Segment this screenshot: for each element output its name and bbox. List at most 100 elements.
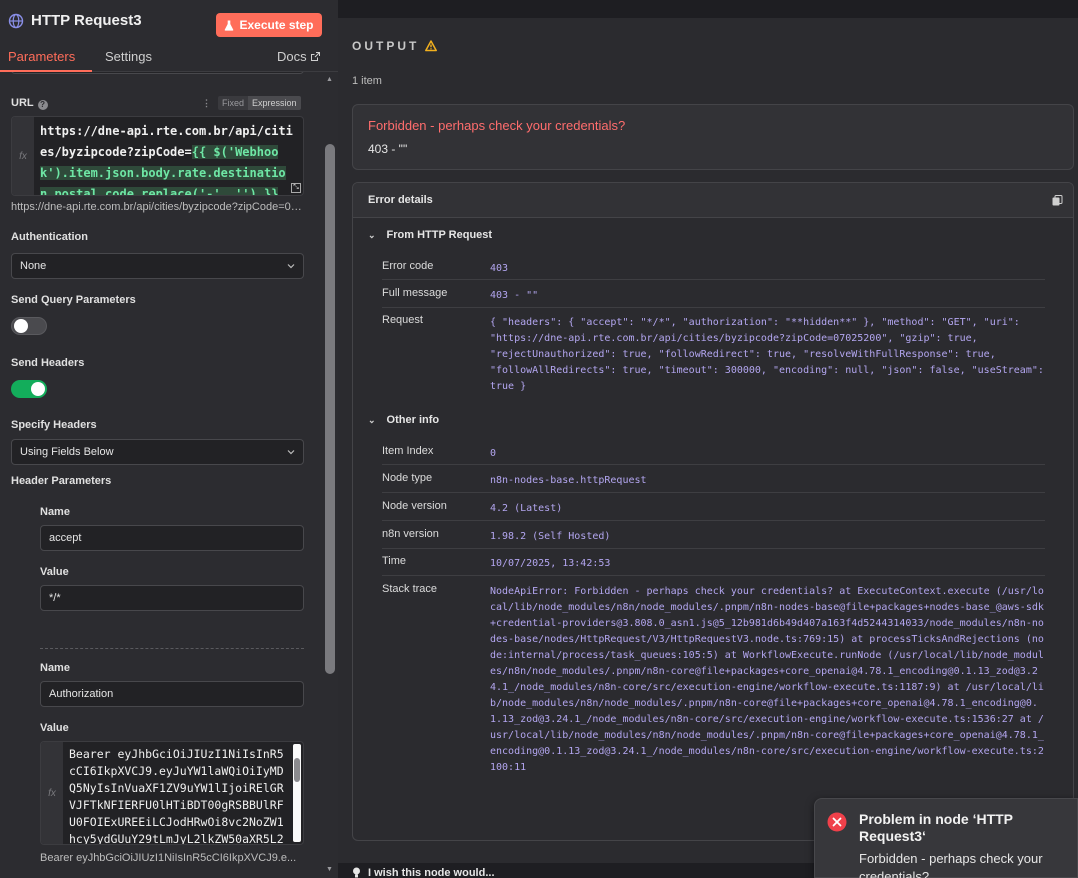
node-version-value: 4.2 (Latest): [490, 503, 563, 514]
send-headers-label: Send Headers: [11, 357, 85, 369]
execute-step-label: Execute step: [239, 18, 314, 32]
copy-icon[interactable]: [1052, 195, 1063, 206]
request-value: { "headers": { "accept": "*/*", "authori…: [490, 317, 1044, 392]
specify-headers-label: Specify Headers: [11, 419, 97, 431]
toast-message: Forbidden - perhaps check your credentia…: [859, 851, 1043, 878]
n8n-version-row: n8n version 1.98.2 (Self Hosted): [382, 528, 1045, 549]
stack-trace-key: Stack trace: [382, 583, 438, 595]
header-value-label: Value: [40, 722, 69, 734]
node-version-row: Node version 4.2 (Latest): [382, 500, 1045, 521]
question-icon[interactable]: ?: [37, 99, 48, 110]
header-name-label: Name: [40, 506, 70, 518]
tab-parameters[interactable]: Parameters: [8, 49, 75, 64]
error-code-row: Error code 403: [382, 260, 1045, 280]
stack-trace-row: Stack trace NodeApiError: Forbidden - pe…: [382, 583, 1045, 823]
item-index-row: Item Index 0: [382, 445, 1045, 465]
error-circle-icon: [827, 812, 847, 832]
authentication-select[interactable]: None: [11, 253, 304, 279]
node-parameters-panel: HTTP Request3 Execute step Parameters Se…: [0, 0, 338, 878]
send-headers-toggle[interactable]: [11, 380, 47, 398]
editor-scrollbar[interactable]: [293, 744, 301, 842]
url-label-row: URL?: [11, 97, 48, 110]
url-result-preview: https://dne-api.rte.com.br/api/cities/by…: [11, 201, 304, 213]
flask-icon: [225, 20, 234, 31]
n8n-version-value: 1.98.2 (Self Hosted): [490, 531, 611, 542]
output-header: OUTPUT: [352, 39, 438, 53]
header-parameters-label: Header Parameters: [11, 475, 112, 487]
external-link-icon: [310, 52, 320, 61]
items-count: 1 item: [352, 75, 382, 87]
other-info-section[interactable]: ⌄ Other info: [368, 414, 439, 426]
toast-title: Problem in node ‘HTTP Request3‘: [859, 811, 1013, 844]
time-value: 10/07/2025, 13:42:53: [490, 558, 611, 569]
full-message-key: Full message: [382, 287, 448, 299]
node-version-key: Node version: [382, 500, 447, 512]
error-toast[interactable]: Problem in node ‘HTTP Request3‘ Forbidde…: [814, 798, 1078, 878]
node-type-row: Node type n8n-nodes-base.httpRequest: [382, 472, 1045, 493]
node-title[interactable]: HTTP Request3: [31, 12, 142, 29]
error-code-key: Error code: [382, 260, 434, 272]
send-query-toggle[interactable]: [11, 317, 47, 335]
time-key: Time: [382, 555, 407, 567]
header-value-label: Value: [40, 566, 69, 578]
scroll-up-arrow[interactable]: ▲: [326, 76, 333, 83]
mode-fixed-button[interactable]: Fixed: [218, 96, 249, 110]
node-type-value: n8n-nodes-base.httpRequest: [490, 475, 647, 486]
other-info-label: Other info: [386, 414, 440, 426]
fixed-expression-toggle: ⋮ Fixed Expression: [202, 96, 301, 110]
tab-settings[interactable]: Settings: [105, 49, 152, 64]
app-root: HTTP Request3 Execute step Parameters Se…: [0, 0, 1078, 878]
lightbulb-icon: [353, 867, 360, 878]
url-expression-editor[interactable]: fx https://dne-api.rte.com.br/api/cities…: [11, 116, 304, 196]
url-label: URL: [11, 97, 34, 109]
globe-icon: [8, 13, 24, 28]
caret-down-icon: ⌄: [368, 414, 376, 425]
header-name-input[interactable]: accept: [40, 525, 304, 551]
full-message-row: Full message 403 - "": [382, 287, 1045, 308]
node-type-key: Node type: [382, 472, 433, 484]
toggle-knob: [31, 382, 45, 396]
full-message-value: 403 - "": [490, 290, 539, 301]
from-http-request-section[interactable]: ⌄ From HTTP Request: [368, 229, 492, 241]
editor-scroll-thumb[interactable]: [294, 758, 300, 782]
authentication-value: None: [20, 260, 47, 272]
request-key: Request: [382, 314, 423, 326]
execute-step-button[interactable]: Execute step: [216, 13, 322, 37]
more-options-icon[interactable]: ⋮: [202, 98, 211, 109]
error-title: Forbidden - perhaps check your credentia…: [368, 118, 626, 133]
mode-expression-button[interactable]: Expression: [248, 96, 301, 110]
previous-field-edge: [11, 72, 304, 74]
output-top-bar: [338, 0, 1078, 18]
parameters-scroll-thumb[interactable]: [325, 144, 335, 674]
fx-icon: fx: [41, 742, 63, 844]
scroll-down-arrow[interactable]: ▼: [326, 866, 333, 873]
url-expression-text[interactable]: https://dne-api.rte.com.br/api/cities/by…: [40, 121, 300, 195]
header-name-input[interactable]: Authorization: [40, 681, 304, 707]
authorization-value-editor[interactable]: fx Bearer eyJhbGciOiJIUzI1NiIsInR5cCI6Ik…: [40, 741, 304, 845]
request-row: Request { "headers": { "accept": "*/*", …: [382, 314, 1045, 394]
toggle-knob: [14, 319, 28, 333]
parameters-scroll-area[interactable]: URL? ⋮ Fixed Expression fx https://dne-a…: [0, 72, 322, 878]
specify-headers-value: Using Fields Below: [20, 446, 114, 458]
stack-trace-value: NodeApiError: Forbidden - perhaps check …: [490, 586, 1044, 773]
docs-link[interactable]: Docs: [277, 49, 320, 64]
feedback-label: I wish this node would...: [368, 867, 495, 878]
authorization-value-text[interactable]: Bearer eyJhbGciOiJIUzI1NiIsInR5cCI6IkpXV…: [69, 746, 287, 844]
n8n-version-key: n8n version: [382, 528, 439, 540]
output-panel: OUTPUT 1 item Forbidden - perhaps check …: [338, 0, 1078, 878]
expand-editor-icon[interactable]: ⤡: [291, 183, 301, 193]
header-value-input[interactable]: */*: [40, 585, 304, 611]
specify-headers-select[interactable]: Using Fields Below: [11, 439, 304, 465]
chevron-down-icon: [287, 450, 295, 455]
error-subtitle: 403 - "": [368, 142, 408, 156]
error-details-title: Error details: [368, 194, 433, 206]
error-summary-card: Forbidden - perhaps check your credentia…: [352, 104, 1074, 170]
header-name-label: Name: [40, 662, 70, 674]
time-row: Time 10/07/2025, 13:42:53: [382, 555, 1045, 576]
error-code-value: 403: [490, 263, 509, 274]
error-details-header: Error details: [353, 183, 1073, 218]
caret-down-icon: ⌄: [368, 229, 376, 240]
output-title: OUTPUT: [352, 39, 420, 53]
feedback-bar[interactable]: I wish this node would...: [338, 863, 818, 878]
fx-icon: fx: [12, 117, 34, 195]
